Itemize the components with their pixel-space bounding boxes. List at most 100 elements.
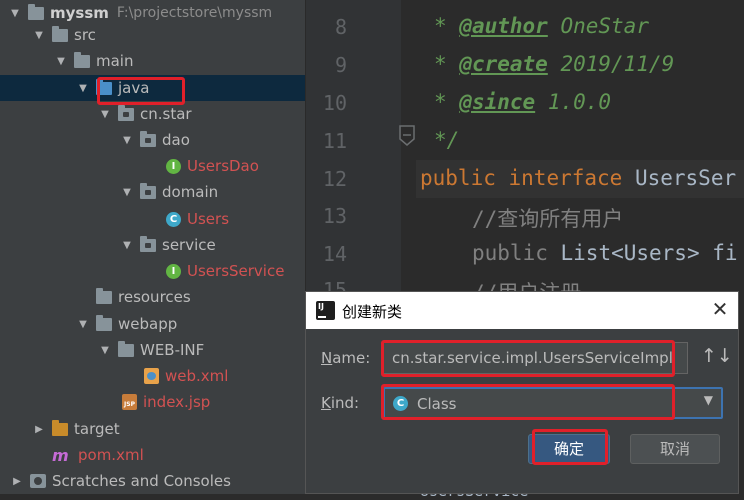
kind-select[interactable]: C Class ▼ [383,387,723,419]
tree-item-label: java [118,79,150,97]
chevron-down-icon[interactable]: ▼ [98,109,112,120]
jsp-file-icon: JSP [122,394,137,410]
tree-item-service[interactable]: ▼ service [0,232,305,258]
code-line-13: //查询所有用户 [472,207,624,231]
tree-item-label: domain [162,183,219,201]
chevron-down-icon[interactable]: ▼ [120,187,134,198]
tree-item-label: dao [162,131,190,149]
tree-item-resources[interactable]: resources [0,284,305,310]
tree-item-webapp[interactable]: ▼ webapp [0,311,305,337]
tree-item-main[interactable]: ▼ main [0,48,305,74]
package-icon [140,235,156,252]
tree-item-label: webapp [118,315,178,333]
chevron-down-icon[interactable]: ▼ [98,345,112,356]
tree-item-web-inf[interactable]: ▼ WEB-INF [0,337,305,363]
folder-icon [28,3,44,20]
kind-label: Kind: [321,394,360,412]
sort-icon[interactable]: ↑↓ [701,345,733,373]
line-number: 8 [334,15,347,39]
line-number: 13 [322,204,347,228]
fold-marker-icon[interactable] [398,125,416,147]
tree-item-scratches[interactable]: ▶ Scratches and Consoles [0,468,305,494]
chevron-down-icon[interactable]: ▼ [76,319,90,330]
folder-icon [118,340,134,357]
chevron-down-icon[interactable]: ▼ [54,56,68,67]
tree-item-label: service [162,236,216,254]
tree-item-java[interactable]: ▼ java [0,75,305,101]
tree-item-label: resources [118,288,191,306]
tree-item-label: target [74,420,120,438]
create-class-dialog[interactable]: IJ 创建新类 ✕ Name: cn.star.service.impl.Use… [305,291,739,494]
chevron-down-icon[interactable]: ▼ [32,30,46,41]
chevron-right-icon[interactable]: ▶ [10,476,24,487]
ok-button[interactable]: 确定 [528,434,610,464]
code-line-11: */ [434,128,460,152]
tree-item-label: web.xml [165,367,229,385]
tree-item-label: UsersService [187,262,285,280]
project-name: myssm [50,4,109,22]
code-line-10: * @since 1.0.0 [434,90,612,114]
tree-item-web-xml[interactable]: web.xml [0,363,305,389]
chevron-right-icon[interactable]: ▶ [32,424,46,435]
project-tree[interactable]: ▼ myssm F:\projectstore\myssm ▼ src ▼ ma… [0,0,305,494]
chevron-down-icon[interactable]: ▼ [120,240,134,251]
chevron-down-icon[interactable]: ▼ [8,8,22,19]
line-number: 9 [334,53,347,77]
close-icon[interactable]: ✕ [709,298,731,320]
resources-folder-icon [96,287,112,304]
folder-icon [74,51,90,68]
code-line-12: public interface UsersSer [420,166,737,190]
dialog-titlebar[interactable]: IJ 创建新类 ✕ [306,292,738,329]
class-icon: C [393,396,408,411]
interface-icon: I [166,158,181,174]
line-number: 11 [322,129,347,153]
interface-icon: I [166,263,181,279]
xml-file-icon [144,368,159,384]
tree-item-domain[interactable]: ▼ domain [0,179,305,205]
package-icon [140,182,156,199]
tree-item-label: index.jsp [143,393,211,411]
tree-item-label: main [96,52,134,70]
tree-item-users[interactable]: C Users [0,206,305,232]
chevron-down-icon[interactable]: ▼ [120,135,134,146]
project-path: F:\projectstore\myssm [116,5,273,21]
name-label: Name: [321,349,371,367]
cancel-button[interactable]: 取消 [630,434,720,464]
tree-item-pom-xml[interactable]: m pom.xml [0,442,305,468]
tree-item-label: cn.star [140,105,192,123]
tree-item-label: WEB-INF [140,341,205,359]
kind-value: Class [417,395,457,413]
folder-icon [96,314,112,331]
tree-item-cn-star[interactable]: ▼ cn.star [0,101,305,127]
chevron-down-icon[interactable]: ▼ [76,83,90,94]
folder-icon [52,25,68,42]
package-icon [118,104,134,121]
tree-item-dao[interactable]: ▼ dao [0,127,305,153]
line-number: 14 [322,242,347,266]
tree-item-label: src [74,26,96,44]
excluded-folder-icon [52,419,68,436]
code-line-14: public List<Users> fi [472,241,738,265]
source-folder-icon [96,78,112,95]
tree-item-label: UsersDao [187,157,259,175]
package-icon [140,130,156,147]
code-line-8: * @author OneStar [434,14,649,38]
maven-icon: m [52,445,69,465]
line-number: 12 [322,167,347,191]
code-line-9: * @create 2019/11/9 [434,52,675,76]
line-number: 10 [322,91,347,115]
scratches-icon [30,474,46,488]
class-name-input[interactable]: cn.star.service.impl.UsersServiceImpl [383,342,688,374]
tree-item-src[interactable]: ▼ src [0,22,305,48]
tree-item-usersdao[interactable]: I UsersDao [0,153,305,179]
dropdown-arrow-icon[interactable]: ▼ [704,393,713,407]
tree-item-target[interactable]: ▶ target [0,416,305,442]
tree-item-label: Users [187,210,230,228]
class-icon: C [166,211,181,227]
tree-item-label: Scratches and Consoles [52,472,231,490]
tree-item-label: pom.xml [78,446,144,464]
tree-item-index-jsp[interactable]: JSP index.jsp [0,389,305,415]
dialog-title: 创建新类 [342,303,403,321]
intellij-icon: IJ [316,301,335,320]
tree-item-usersservice[interactable]: I UsersService [0,258,305,284]
